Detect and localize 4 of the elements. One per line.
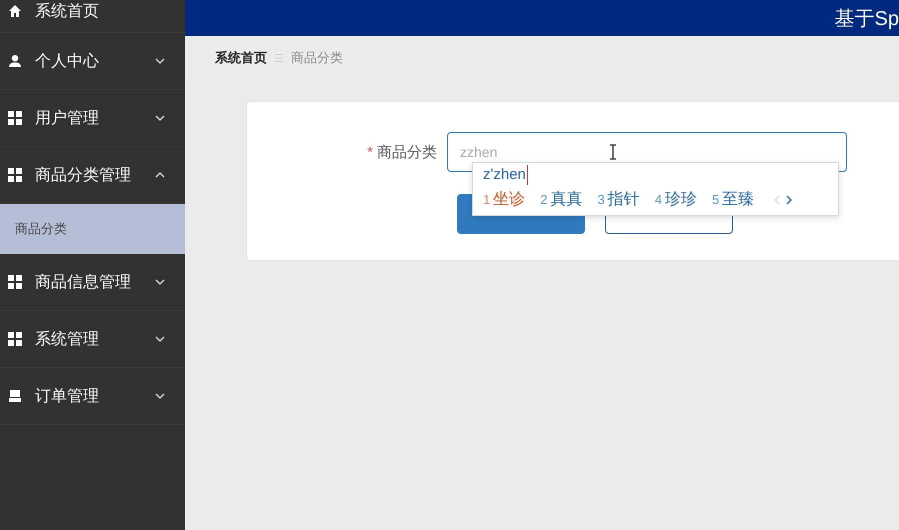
app-title: 基于Sp (834, 6, 899, 32)
field-label: * 商品分类 (366, 142, 438, 162)
breadcrumb-item: 商品分类 (291, 49, 343, 67)
composition-text: z'zhen (483, 165, 528, 185)
